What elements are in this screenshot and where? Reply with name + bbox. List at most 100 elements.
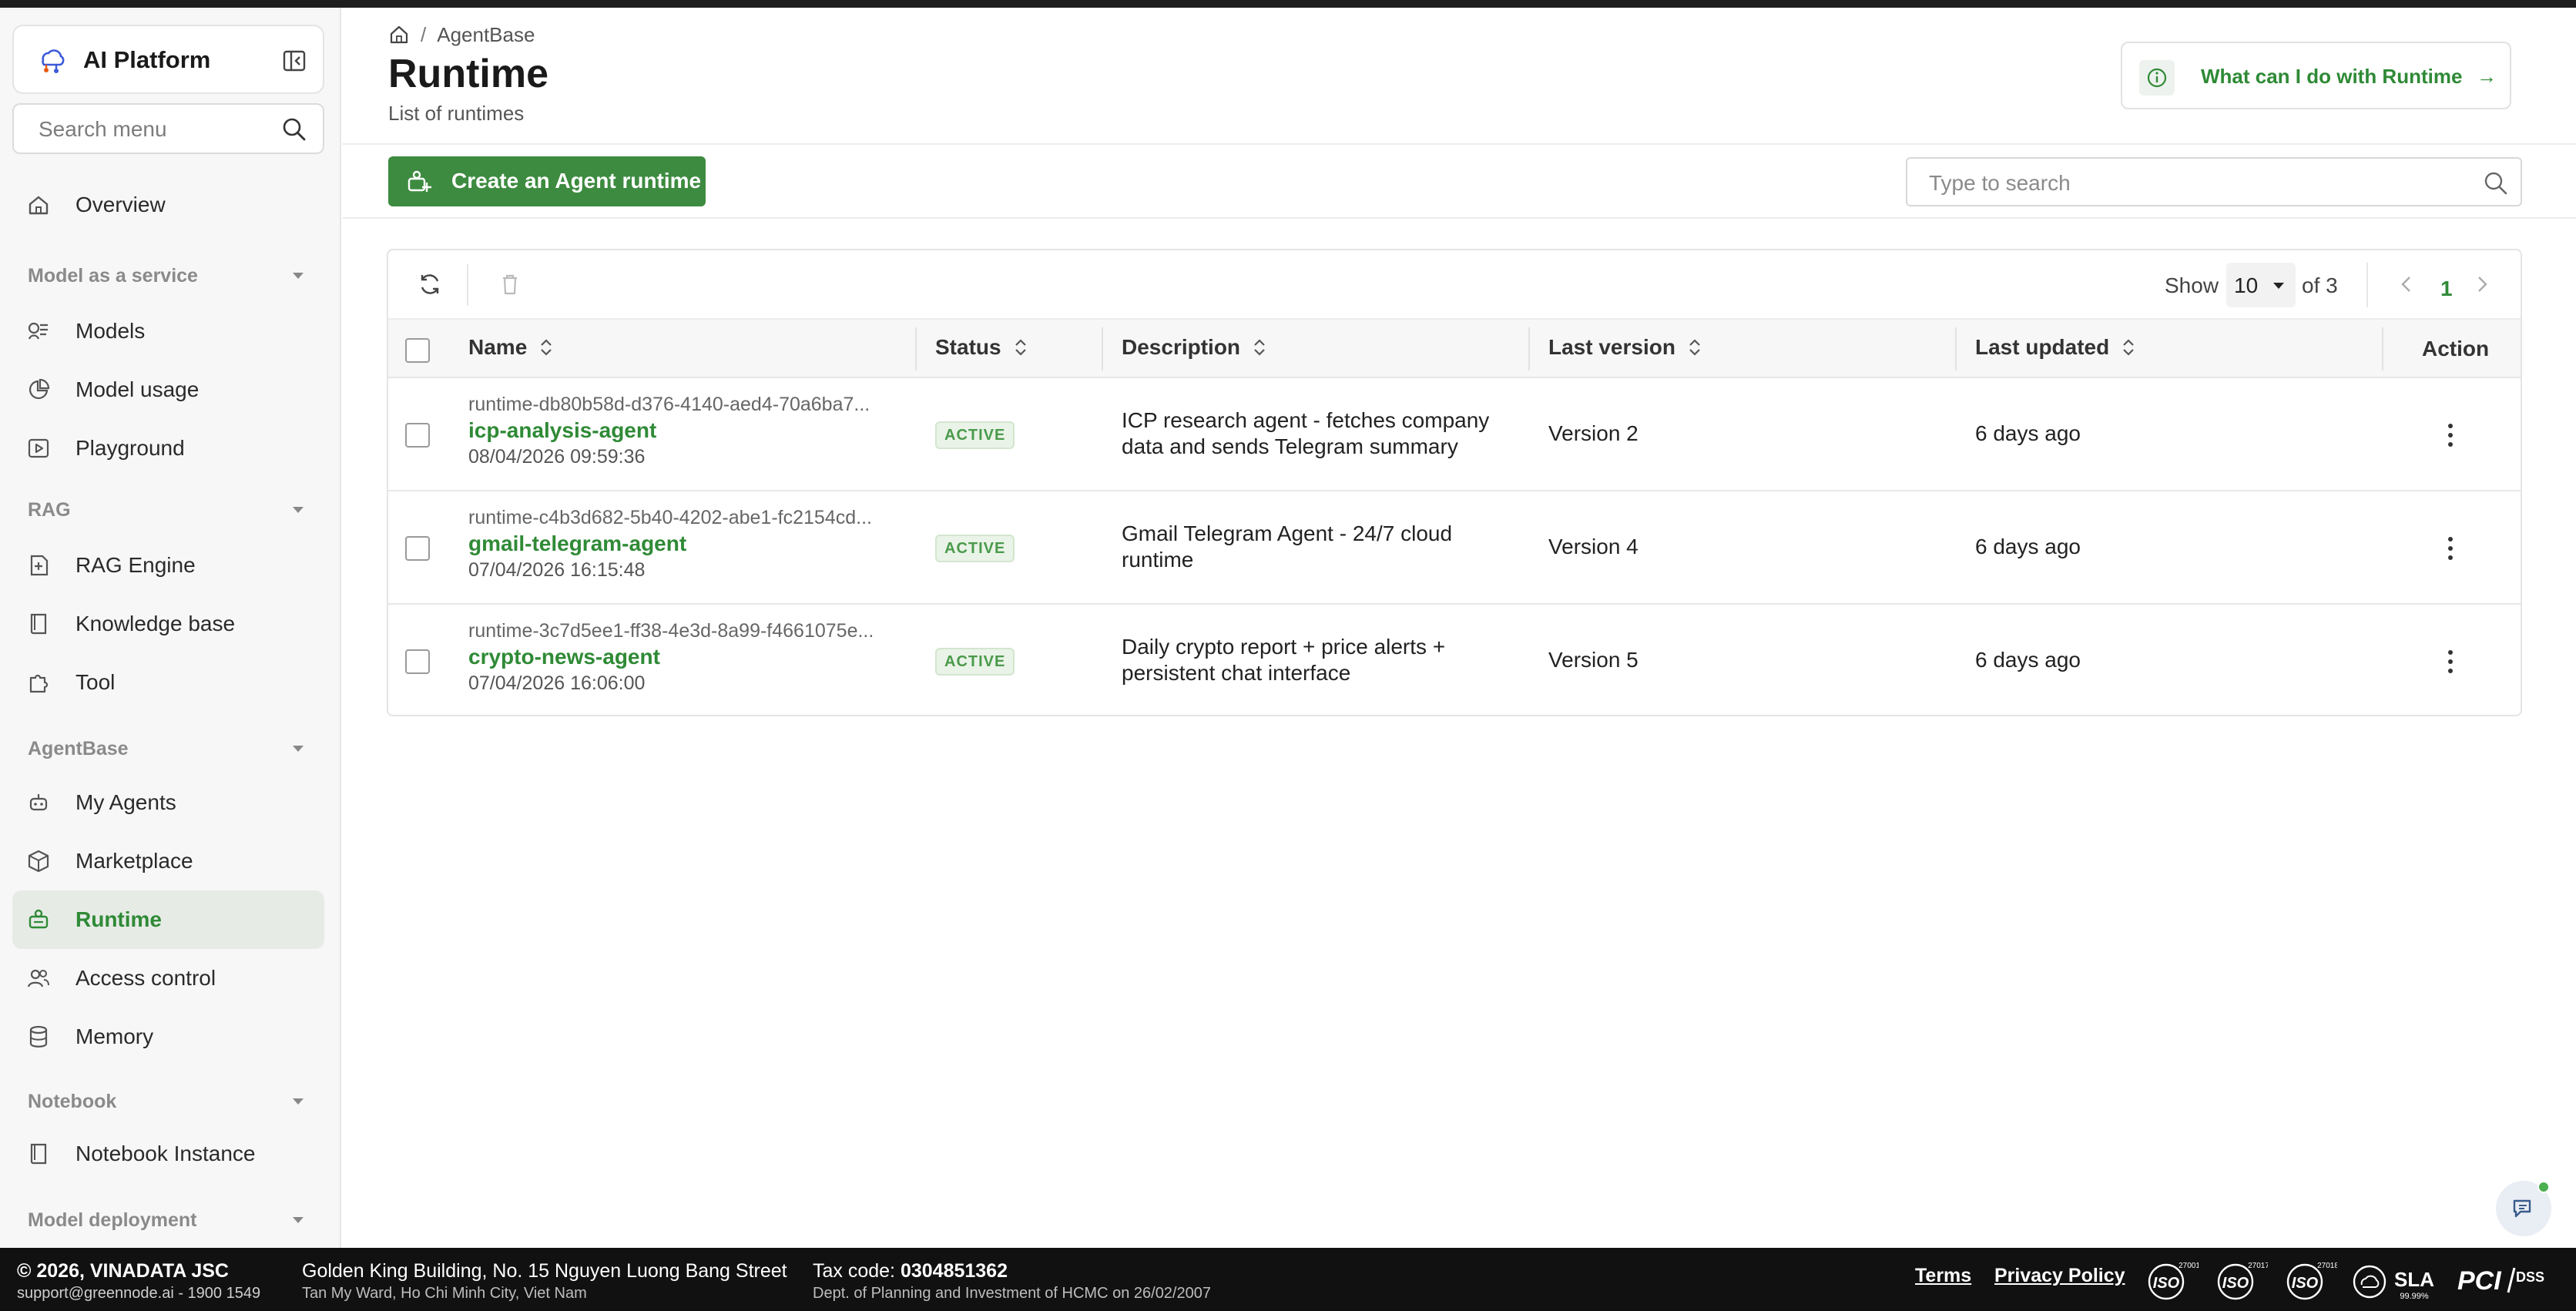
section-label: Notebook — [28, 1091, 117, 1112]
add-runtime-icon — [408, 170, 431, 192]
column-label: Status — [935, 335, 1001, 359]
row-checkbox[interactable] — [405, 649, 430, 674]
sidebar-item-my-agents[interactable]: My Agents — [12, 773, 324, 832]
sidebar-item-label: RAG Engine — [75, 553, 196, 577]
current-page[interactable]: 1 — [2440, 277, 2453, 301]
iso-number: 27017 — [2248, 1262, 2268, 1270]
section-label: RAG — [28, 499, 71, 521]
terms-link[interactable]: Terms — [1915, 1265, 1971, 1287]
search-icon[interactable] — [2482, 169, 2510, 197]
section-rag[interactable]: RAG — [28, 495, 324, 525]
column-description[interactable]: Description — [1122, 335, 1268, 360]
runtime-created-date: 08/04/2026 09:59:36 — [468, 446, 646, 468]
sort-icon — [1254, 339, 1265, 356]
trash-icon[interactable] — [496, 270, 524, 298]
column-last-version[interactable]: Last version — [1548, 335, 1703, 360]
sidebar-item-overview[interactable]: Overview — [12, 176, 324, 234]
select-all-checkbox[interactable] — [405, 338, 430, 363]
iso-text: ISO — [2222, 1275, 2249, 1292]
sidebar-item-model-usage[interactable]: Model usage — [12, 360, 324, 419]
sidebar-item-tool[interactable]: Tool — [12, 653, 324, 712]
row-checkbox[interactable] — [405, 536, 430, 561]
runtime-search[interactable] — [1906, 157, 2522, 206]
sort-icon — [2123, 339, 2135, 356]
sidebar-item-knowledge-base[interactable]: Knowledge base — [12, 595, 324, 653]
home-icon[interactable] — [388, 24, 410, 45]
sidebar-item-notebook-instance[interactable]: Notebook Instance — [12, 1125, 324, 1183]
section-notebook[interactable]: Notebook — [28, 1086, 324, 1117]
database-icon — [29, 1025, 48, 1048]
section-agentbase[interactable]: AgentBase — [28, 733, 324, 764]
refresh-icon[interactable] — [416, 270, 444, 298]
runtime-id: runtime-3c7d5ee1-ff38-4e3d-8a99-f4661075… — [468, 620, 874, 642]
footer-support: support@greennode.ai - 1900 1549 — [17, 1285, 261, 1302]
column-name[interactable]: Name — [468, 335, 555, 360]
sidebar-item-label: Knowledge base — [75, 612, 236, 635]
sidebar-item-marketplace[interactable]: Marketplace — [12, 832, 324, 890]
pci-dss-badge-icon: PCI DSS — [2457, 1266, 2544, 1296]
column-divider — [1955, 327, 1957, 370]
sidebar-item-rag-engine[interactable]: RAG Engine — [12, 536, 324, 595]
sidebar-item-memory[interactable]: Memory — [12, 1008, 324, 1066]
page-size-select[interactable]: 10 — [2226, 263, 2296, 307]
runtime-created-date: 07/04/2026 16:06:00 — [468, 672, 646, 694]
column-label: Name — [468, 335, 528, 359]
caret-down-icon — [2273, 283, 2284, 289]
more-vertical-icon[interactable] — [2439, 533, 2462, 564]
search-icon[interactable] — [281, 116, 307, 142]
chevron-left-icon[interactable] — [2396, 273, 2417, 295]
table-row[interactable]: runtime-db80b58d-d376-4140-aed4-70a6ba7.… — [388, 378, 2521, 491]
sidebar-item-playground[interactable]: Playground — [12, 419, 324, 478]
rag-engine-icon — [30, 555, 49, 576]
more-vertical-icon[interactable] — [2439, 420, 2462, 451]
section-model-as-a-service[interactable]: Model as a service — [28, 260, 324, 291]
help-what-can-i-do-link[interactable]: What can I do with Runtime → — [2121, 42, 2511, 109]
brand-card[interactable]: AI Platform — [12, 25, 324, 94]
sort-icon — [1689, 339, 1700, 356]
row-checkbox[interactable] — [405, 423, 430, 448]
sidebar-collapse-icon[interactable] — [281, 48, 307, 74]
runtime-description: Daily crypto report + price alerts + per… — [1122, 635, 1446, 685]
runtime-version: Version 4 — [1548, 535, 1639, 558]
page-size-value: 10 — [2234, 273, 2259, 297]
privacy-policy-link[interactable]: Privacy Policy — [1994, 1265, 2125, 1287]
runtime-description: ICP research agent - fetches company dat… — [1122, 408, 1490, 458]
chevron-down-icon — [293, 746, 304, 752]
chat-support-button[interactable] — [2496, 1181, 2551, 1236]
sidebar-item-runtime[interactable]: Runtime — [12, 890, 324, 949]
chevron-down-icon — [293, 507, 304, 513]
runtime-search-input[interactable] — [1929, 169, 2453, 197]
sidebar-item-models[interactable]: Models — [12, 302, 324, 360]
sidebar-search[interactable] — [12, 103, 324, 154]
column-divider — [1528, 327, 1530, 370]
top-strip — [0, 0, 2576, 8]
column-status[interactable]: Status — [935, 335, 1029, 360]
dss-text: DSS — [2516, 1269, 2544, 1285]
chevron-down-icon — [293, 1217, 304, 1223]
breadcrumb-current[interactable]: AgentBase — [437, 23, 535, 47]
runtime-updated: 6 days ago — [1975, 421, 2081, 445]
table-row[interactable]: runtime-c4b3d682-5b40-4202-abe1-fc2154cd… — [388, 491, 2521, 605]
create-agent-runtime-button[interactable]: Create an Agent runtime — [388, 156, 706, 206]
sidebar-search-input[interactable] — [39, 116, 270, 143]
more-vertical-icon[interactable] — [2439, 646, 2462, 677]
column-divider — [915, 327, 917, 370]
column-divider — [2382, 327, 2383, 370]
column-label: Description — [1122, 335, 1241, 359]
chevron-right-icon[interactable] — [2471, 273, 2493, 295]
sidebar-item-label: Overview — [75, 193, 166, 216]
table-row[interactable]: runtime-3c7d5ee1-ff38-4e3d-8a99-f4661075… — [388, 605, 2521, 715]
runtime-name-link[interactable]: gmail-telegram-agent — [468, 531, 686, 556]
sidebar-item-label: Access control — [75, 966, 216, 990]
sidebar-item-access-control[interactable]: Access control — [12, 949, 324, 1008]
column-last-updated[interactable]: Last updated — [1975, 335, 2137, 360]
users-icon — [27, 969, 49, 987]
sidebar-item-label: Tool — [75, 670, 116, 694]
runtime-name-link[interactable]: crypto-news-agent — [468, 645, 660, 669]
footer-address: Golden King Building, No. 15 Nguyen Luon… — [302, 1260, 787, 1282]
status-badge: ACTIVE — [935, 535, 1015, 562]
runtime-id: runtime-c4b3d682-5b40-4202-abe1-fc2154cd… — [468, 507, 872, 528]
table-header: Name Status Description Last version Las… — [388, 320, 2521, 378]
section-model-deployment[interactable]: Model deployment — [28, 1205, 324, 1236]
runtime-name-link[interactable]: icp-analysis-agent — [468, 418, 656, 443]
